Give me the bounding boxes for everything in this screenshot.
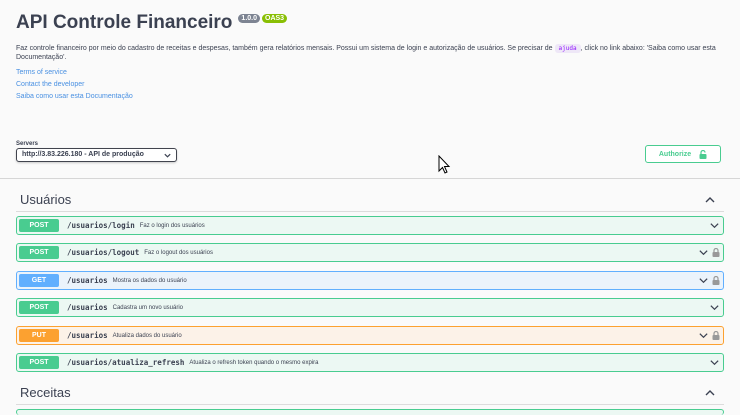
chevron-up-icon[interactable] [704,387,716,399]
api-title: API Controle Financeiro [16,12,233,33]
unlock-icon [699,149,707,159]
chevron-up-icon[interactable] [704,194,716,206]
operation-summary: Cadastra um novo usuário [112,304,184,311]
operation-path: /usuarios [67,276,108,285]
api-description: Faz controle financeiro por meio do cada… [16,44,716,61]
api-info: API Controle Financeiro 1.0.0 OAS3 Faz c… [16,12,724,105]
operation-controls [709,357,720,368]
tag-section-receitas[interactable]: Receitas [16,381,724,405]
authorize-button[interactable]: Authorize [645,145,721,163]
chevron-down-icon[interactable] [709,357,720,368]
lock-icon[interactable] [712,331,720,340]
lock-icon[interactable] [712,276,720,285]
operation-summary: Atualiza dados do usuário [112,332,182,339]
http-method-badge: GET [19,274,59,287]
docs-help-link[interactable]: Saiba como usar esta Documentação [16,93,724,101]
oas-badge: OAS3 [262,13,288,23]
operation-controls [698,275,720,286]
operation-controls [709,302,720,313]
operation-row[interactable]: PUT/usuarios Atualiza dados do usuário [16,326,724,345]
http-method-badge: POST [19,219,59,232]
operation-path: /usuarios/logout [67,248,140,257]
operation-controls [709,220,720,231]
title-row: API Controle Financeiro 1.0.0 OAS3 [16,12,724,34]
operation-path: /usuarios/login [67,221,135,230]
mouse-cursor-icon [438,155,451,174]
contact-developer-link[interactable]: Contact the developer [16,81,724,89]
http-method-badge: POST [19,246,59,259]
operation-row[interactable]: POST/usuarios/atualiza_refresh Atualiza o… [16,353,724,372]
chevron-down-icon[interactable] [709,302,720,313]
chevron-down-icon[interactable] [709,220,720,231]
terms-of-service-link[interactable]: Terms of service [16,69,724,77]
operation-controls [698,247,720,258]
servers-label: Servers [16,141,39,147]
operation-row[interactable]: POST/usuarios/login Faz o login dos usuár… [16,216,724,235]
operation-row[interactable]: GET/usuarios Mostra os dados do usuário [16,271,724,290]
version-badge: 1.0.0 [238,13,260,23]
operation-path: /usuarios [67,303,108,312]
operation-summary: Faz o logout dos usuários [144,249,213,256]
help-code: ajuda [554,44,581,53]
operation-row[interactable] [16,409,724,415]
operation-row[interactable]: POST/usuarios Cadastra um novo usuário [16,298,724,317]
http-method-badge: PUT [19,329,59,342]
chevron-down-icon[interactable] [698,275,709,286]
server-select[interactable]: http://3.83.226.180 - API de produção [16,148,177,162]
tag-name: Receitas [20,385,71,400]
operation-row[interactable]: POST/usuarios/logout Faz o logout dos usu… [16,243,724,262]
chevron-down-icon [164,153,171,158]
lock-icon[interactable] [712,248,720,257]
operation-path: /usuarios/atualiza_refresh [67,358,185,367]
chevron-down-icon[interactable] [698,330,709,341]
operation-controls [698,330,720,341]
http-method-badge: POST [19,356,59,369]
tag-name: Usuários [20,192,72,207]
operation-summary: Faz o login dos usuários [139,222,205,229]
chevron-down-icon[interactable] [698,247,709,258]
operation-path: /usuarios [67,331,108,340]
operation-summary: Atualiza o refresh token quando o mesmo … [189,359,319,366]
authorize-label: Authorize [658,150,692,158]
section-divider [0,178,740,179]
operation-summary: Mostra os dados do usuário [112,277,187,284]
server-select-value: http://3.83.226.180 - API de produção [22,151,144,158]
info-links: Terms of service Contact the developer S… [16,69,724,101]
http-method-badge: POST [19,301,59,314]
tag-section-usuarios[interactable]: Usuários [16,188,724,212]
